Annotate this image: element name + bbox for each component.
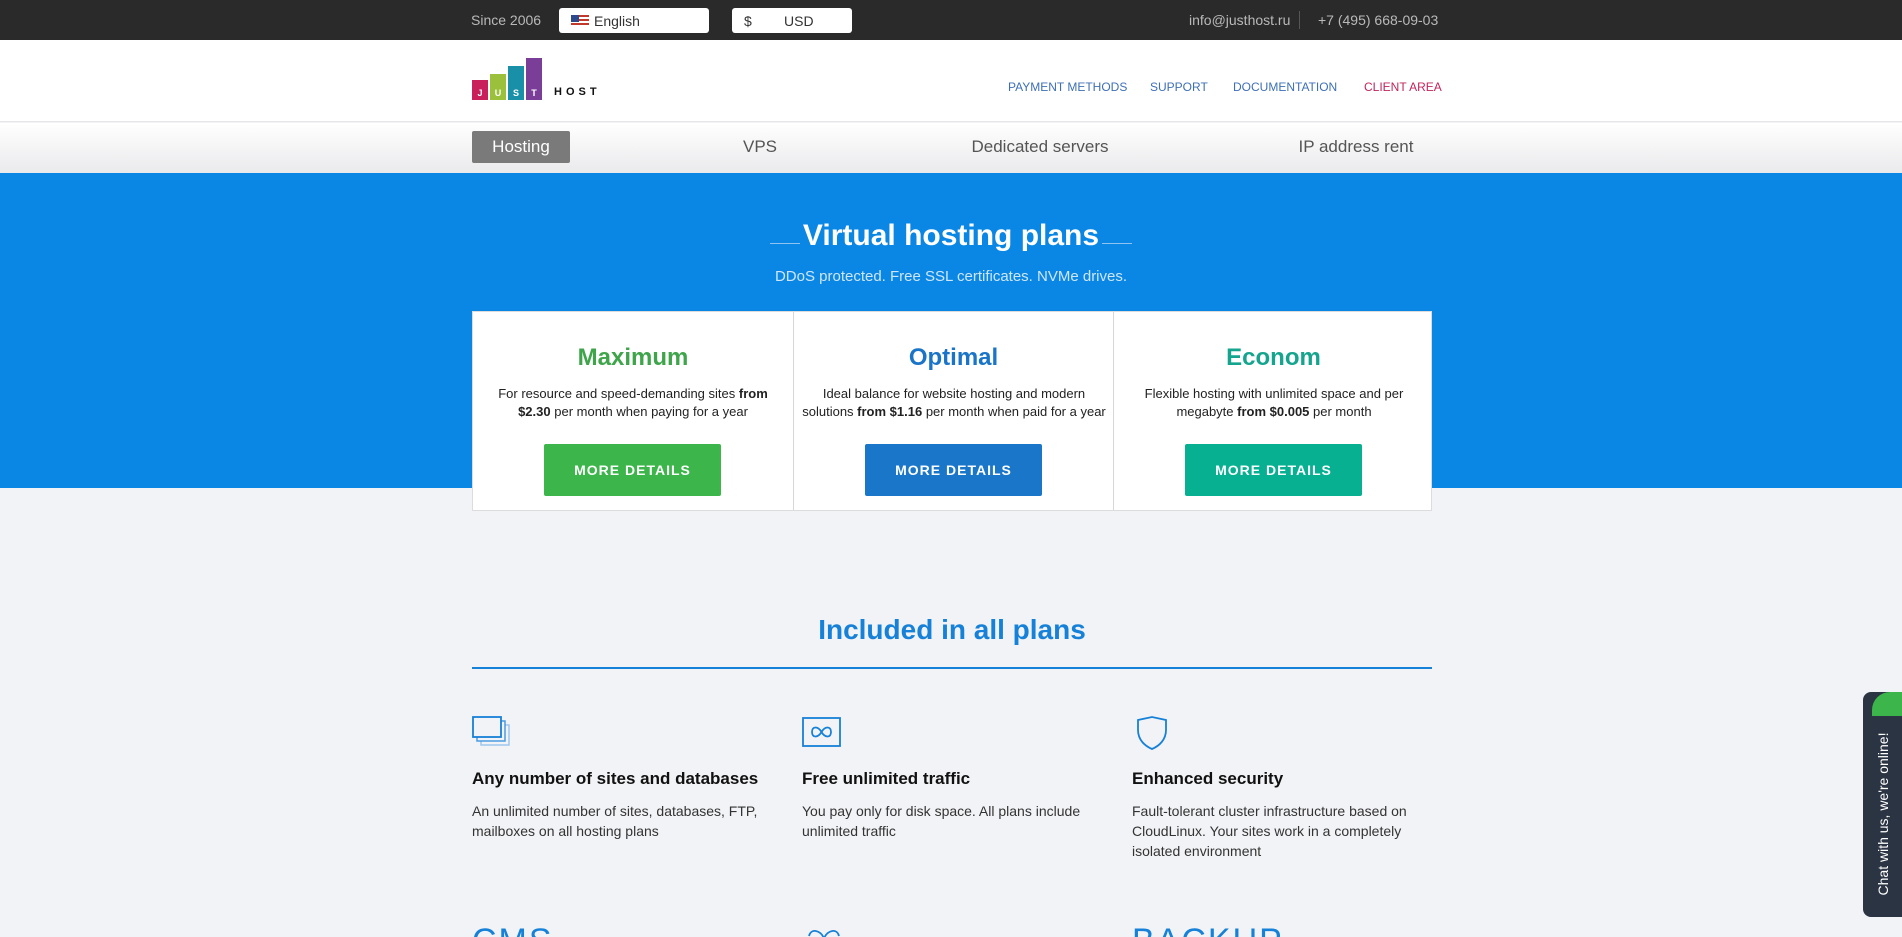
shield-icon	[1137, 716, 1167, 750]
feature-sites-databases: Any number of sites and databases An unl…	[472, 716, 772, 841]
justhost-logo[interactable]: J U S T HOST	[472, 58, 612, 104]
nav-client-area[interactable]: CLIENT AREA	[1364, 80, 1442, 94]
language-select[interactable]: English	[559, 8, 709, 33]
feature-title: Any number of sites and databases	[472, 769, 759, 788]
hero-title-line-right	[1102, 243, 1132, 244]
us-flag-icon	[571, 15, 589, 27]
plan-card-maximum: Maximum For resource and speed-demanding…	[473, 312, 793, 510]
tab-ip-address-rent[interactable]: IP address rent	[1290, 131, 1422, 163]
currency-symbol: $	[744, 13, 752, 29]
plan-card-optimal: Optimal Ideal balance for website hostin…	[793, 312, 1113, 510]
nav-support[interactable]: SUPPORT	[1150, 80, 1208, 94]
included-title: Included in all plans	[818, 614, 1086, 645]
topbar-divider	[1299, 11, 1300, 29]
more-details-button-optimal[interactable]: MORE DETAILS	[865, 444, 1042, 496]
more-details-button-econom[interactable]: MORE DETAILS	[1185, 444, 1362, 496]
plan-desc-text: per month when paid for a year	[922, 404, 1106, 419]
tab-dedicated-servers[interactable]: Dedicated servers	[960, 131, 1120, 163]
feature-text: An unlimited number of sites, databases,…	[472, 803, 758, 839]
feature-text: Fault-tolerant cluster infrastructure ba…	[1132, 803, 1407, 859]
plan-card-econom: Econom Flexible hosting with unlimited s…	[1113, 312, 1433, 510]
logo-bar-t: T	[526, 58, 542, 100]
language-value: English	[594, 13, 640, 29]
logo-letter-t: T	[531, 88, 537, 98]
feature-backup-partial: BACKUP	[1132, 924, 1284, 937]
infinity-icon	[802, 717, 841, 747]
included-divider	[472, 667, 1432, 669]
feature-cms-partial: CMS	[472, 924, 554, 937]
plan-title: Econom	[1226, 344, 1321, 371]
feature-unlimited-traffic: Free unlimited traffic You pay only for …	[802, 716, 1102, 841]
nav-payment-methods[interactable]: PAYMENT METHODS	[1008, 80, 1127, 94]
tab-hosting[interactable]: Hosting	[472, 131, 570, 163]
plan-title: Optimal	[908, 344, 999, 371]
feature-title: Enhanced security	[1132, 769, 1284, 788]
feature-title: Free unlimited traffic	[802, 769, 971, 788]
since-label: Since 2006	[471, 12, 542, 28]
plan-price: from $1.16	[857, 404, 923, 419]
currency-value: USD	[784, 13, 814, 29]
plan-title: Maximum	[577, 344, 689, 371]
logo-letter-u: U	[494, 88, 502, 98]
logo-letter-s: S	[512, 88, 519, 98]
tab-vps[interactable]: VPS	[730, 131, 790, 163]
plan-price: from $0.005	[1237, 404, 1310, 419]
chat-widget[interactable]: Chat with us, we're online!	[1863, 692, 1902, 917]
hero-title: Virtual hosting plans	[802, 219, 1100, 252]
logo-bar-u: U	[490, 74, 506, 100]
logo-bar-s: S	[508, 66, 524, 100]
logo-host-text: HOST	[554, 86, 601, 98]
windows-stack-icon	[472, 716, 510, 746]
chat-label: Chat with us, we're online!	[1874, 732, 1891, 895]
service-tabs: Hosting VPS Dedicated servers IP address…	[0, 123, 1902, 173]
phone-link[interactable]: +7 (495) 668-09-03	[1318, 12, 1438, 28]
online-indicator	[1872, 692, 1902, 716]
email-link[interactable]: info@justhost.ru	[1189, 12, 1290, 28]
plan-desc-text: per month when paying for a year	[550, 404, 748, 419]
plan-description: Flexible hosting with unlimited space an…	[1122, 385, 1426, 421]
more-details-button-maximum[interactable]: MORE DETAILS	[544, 444, 721, 496]
currency-select[interactable]: $ USD	[732, 8, 852, 33]
heart-icon	[808, 930, 840, 937]
header: J U S T HOST PAYMENT METHODS SUPPORT DOC…	[0, 40, 1902, 122]
feature-enhanced-security: Enhanced security Fault-tolerant cluster…	[1132, 716, 1432, 861]
plan-description: For resource and speed-demanding sites f…	[481, 385, 785, 421]
plan-cards: Maximum For resource and speed-demanding…	[472, 311, 1432, 511]
plan-desc-text: For resource and speed-demanding sites	[498, 386, 739, 401]
hero-subtitle: DDoS protected. Free SSL certificates. N…	[774, 268, 1128, 285]
logo-bar-j: J	[472, 80, 488, 100]
nav-documentation[interactable]: DOCUMENTATION	[1233, 80, 1337, 94]
plan-desc-text: per month	[1309, 404, 1372, 419]
top-bar: Since 2006 English $ USD info@justhost.r…	[0, 0, 1902, 40]
plan-description: Ideal balance for website hosting and mo…	[802, 385, 1106, 421]
logo-letter-j: J	[477, 88, 483, 98]
feature-text: You pay only for disk space. All plans i…	[802, 803, 1081, 839]
